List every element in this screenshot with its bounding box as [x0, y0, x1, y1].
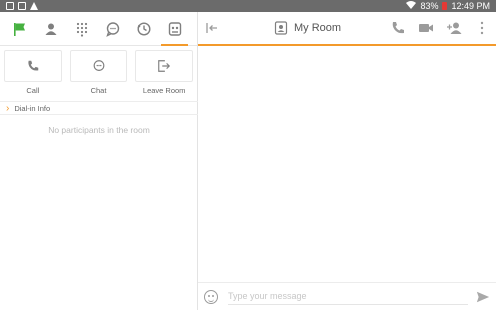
chat-icon	[93, 60, 104, 71]
leave-room-label: Leave Room	[142, 86, 186, 95]
send-icon[interactable]	[476, 290, 490, 304]
chat-icon	[105, 21, 119, 37]
video-call-icon[interactable]	[418, 20, 434, 36]
header-actions	[390, 20, 490, 36]
dial-in-info-row[interactable]: › Dial-in Info	[0, 101, 198, 115]
phone-icon[interactable]	[390, 20, 406, 36]
wifi-icon	[406, 1, 417, 11]
room-header: My Room	[198, 12, 496, 46]
overflow-menu-icon[interactable]	[474, 20, 490, 36]
phone-icon	[28, 60, 39, 71]
history-icon	[136, 21, 151, 36]
status-left-icons	[6, 2, 38, 10]
call-label: Call	[26, 86, 40, 95]
room-title-wrapper: My Room	[274, 21, 341, 35]
call-action[interactable]: Call	[4, 50, 62, 95]
collapse-panel-button[interactable]	[204, 20, 220, 36]
status-right: 83% 12:49 PM	[406, 1, 490, 11]
chat-action[interactable]: Chat	[69, 50, 128, 95]
chevron-right-icon: ›	[6, 102, 10, 114]
tab-contacts[interactable]	[35, 12, 66, 46]
main-tabs	[0, 12, 197, 46]
warning-notification-icon	[30, 2, 38, 10]
message-input[interactable]	[228, 288, 468, 305]
leave-room-action[interactable]: Leave Room	[135, 50, 194, 95]
leave-room-icon	[158, 60, 171, 72]
tab-room[interactable]	[159, 12, 190, 46]
collapse-left-icon	[206, 23, 217, 33]
message-composer	[198, 282, 496, 310]
no-participants-text: No participants in the room	[48, 125, 150, 135]
call-button[interactable]	[4, 50, 62, 82]
tab-dialpad[interactable]	[66, 12, 97, 46]
leave-room-button[interactable]	[135, 50, 194, 82]
dialpad-icon	[76, 22, 87, 37]
green-flag-icon	[13, 22, 25, 36]
room-icon	[168, 21, 181, 36]
image-notification-icon	[6, 2, 14, 10]
right-pane: My Room	[198, 12, 496, 310]
dial-in-info-label: Dial-in Info	[14, 103, 51, 113]
battery-percent: 83%	[420, 1, 439, 11]
sim-notification-icon	[18, 2, 26, 10]
emoji-icon[interactable]	[204, 289, 218, 304]
chat-button[interactable]	[69, 50, 128, 82]
chat-label: Chat	[90, 86, 107, 95]
contacts-icon	[45, 23, 56, 35]
tab-history[interactable]	[128, 12, 159, 46]
battery-icon	[442, 2, 448, 10]
room-actions: Call Chat Leave Room	[4, 50, 194, 95]
add-participant-icon[interactable]	[446, 20, 462, 36]
clock: 12:49 PM	[451, 1, 490, 11]
tab-flag[interactable]	[4, 12, 35, 46]
left-pane: Call Chat Leave Room › Dial-in Info No p…	[0, 12, 198, 310]
status-bar: 83% 12:49 PM	[0, 0, 496, 12]
room-title: My Room	[294, 22, 342, 34]
tab-chat[interactable]	[97, 12, 128, 46]
room-avatar-icon	[274, 21, 288, 35]
